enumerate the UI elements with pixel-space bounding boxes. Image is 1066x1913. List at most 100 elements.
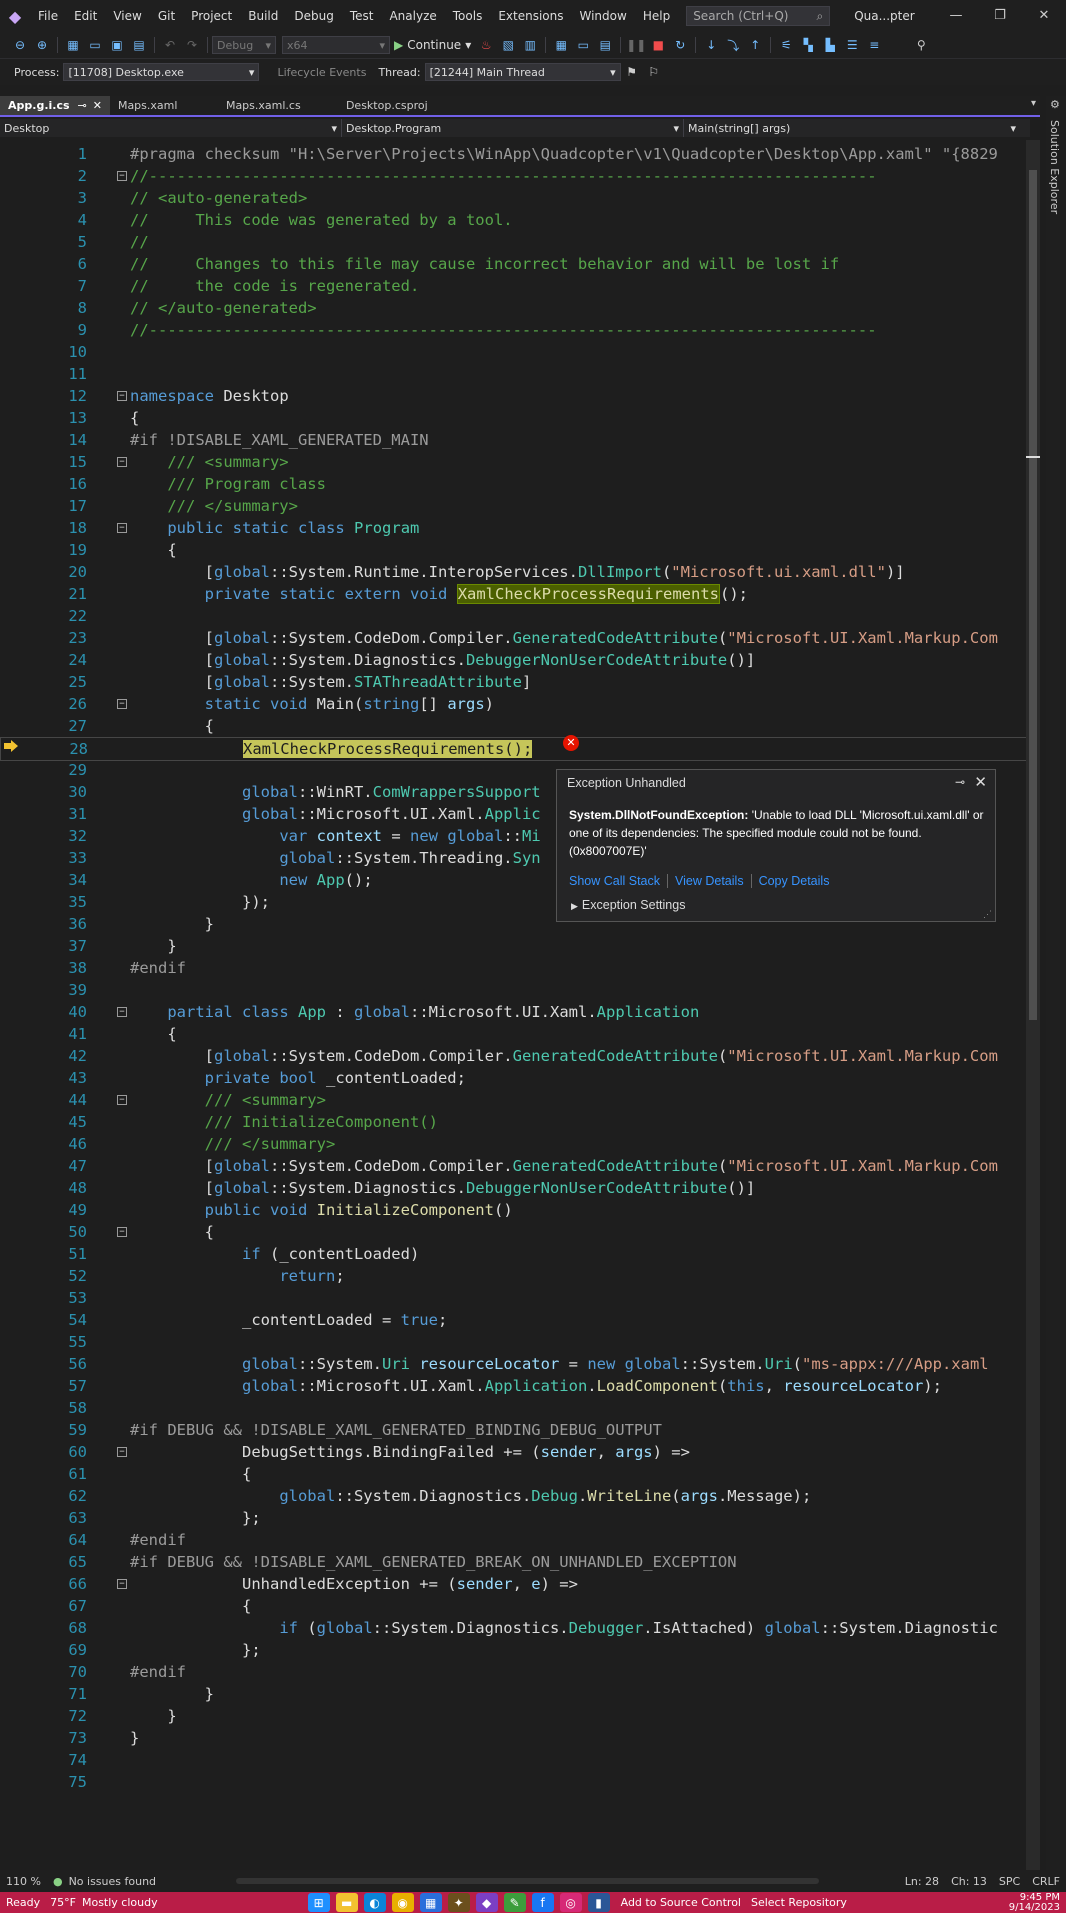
code-line[interactable]: 1 #pragma checksum "H:\Server\Projects\Wi… xyxy=(0,143,1030,165)
editor-vertical-scrollbar[interactable] xyxy=(1026,140,1040,1876)
step-over-icon[interactable]: ⤵ xyxy=(723,35,743,55)
solution-explorer-side-tab[interactable]: ⚙ Solution Explorer xyxy=(1046,96,1066,1876)
code-line[interactable]: 15 − /// <summary> xyxy=(0,451,1030,473)
code-line[interactable]: 56 global::System.Uri resourceLocator = … xyxy=(0,1353,1030,1375)
tab-app-g-i-cs[interactable]: App.g.i.cs ⊸ ✕ xyxy=(0,96,110,115)
app-icon[interactable]: ✎ xyxy=(503,1893,526,1912)
close-icon[interactable]: ✕ xyxy=(974,773,987,791)
code-line[interactable]: 24 [global::System.Diagnostics.DebuggerN… xyxy=(0,649,1030,671)
process-dropdown[interactable]: [11708] Desktop.exe ▾ xyxy=(63,63,260,81)
thread-dropdown[interactable]: [21244] Main Thread ▾ xyxy=(424,63,621,81)
menu-extensions[interactable]: Extensions xyxy=(490,0,571,32)
code-line[interactable]: 49 public void InitializeComponent() xyxy=(0,1199,1030,1221)
code-line[interactable]: 67 { xyxy=(0,1595,1030,1617)
code-line[interactable]: 8 // </auto-generated> xyxy=(0,297,1030,319)
save-icon[interactable]: ▣ xyxy=(107,35,127,55)
visual-studio-icon[interactable]: ◆ xyxy=(475,1893,498,1912)
code-line[interactable]: 20 [global::System.Runtime.InteropServic… xyxy=(0,561,1030,583)
menu-file[interactable]: File xyxy=(30,0,66,32)
type-dropdown[interactable]: Desktop.Program ▾ xyxy=(342,119,684,137)
gear-icon[interactable]: ⚙ xyxy=(1050,98,1060,111)
toolbar-icon[interactable]: ▭ xyxy=(573,35,593,55)
code-line[interactable]: 26 − static void Main(string[] args) xyxy=(0,693,1030,715)
toolbar-icon[interactable]: ▚ xyxy=(798,35,818,55)
flag-icon[interactable]: ⚑ xyxy=(622,62,642,82)
menu-edit[interactable]: Edit xyxy=(66,0,105,32)
code-line[interactable]: 44 − /// <summary> xyxy=(0,1089,1030,1111)
code-line[interactable]: 66 − UnhandledException += (sender, e) => xyxy=(0,1573,1030,1595)
code-line[interactable]: 73} xyxy=(0,1727,1030,1749)
code-line[interactable]: 42 [global::System.CodeDom.Compiler.Gene… xyxy=(0,1045,1030,1067)
menu-window[interactable]: Window xyxy=(572,0,635,32)
code-line[interactable]: 11 xyxy=(0,363,1030,385)
tab-desktop-csproj[interactable]: Desktop.csproj xyxy=(338,96,436,115)
exception-error-icon[interactable]: ✕ xyxy=(563,735,579,751)
flag-icon[interactable]: ⚐ xyxy=(644,62,664,82)
maximize-icon[interactable]: ❐ xyxy=(978,0,1022,32)
code-line[interactable]: 60 − DebugSettings.BindingFailed += (send… xyxy=(0,1441,1030,1463)
stop-icon[interactable]: ■ xyxy=(648,35,668,55)
start-windows-icon[interactable]: ⊞ xyxy=(307,1893,330,1912)
open-folder-icon[interactable]: ▭ xyxy=(85,35,105,55)
code-line[interactable]: 3 // <auto-generated> xyxy=(0,187,1030,209)
show-call-stack-link[interactable]: Show Call Stack xyxy=(569,874,669,888)
code-line[interactable]: 9 //-------------------------------------… xyxy=(0,319,1030,341)
code-line[interactable]: 6 // Changes to this file may cause incor… xyxy=(0,253,1030,275)
code-line[interactable]: 57 global::Microsoft.UI.Xaml.Application… xyxy=(0,1375,1030,1397)
code-line[interactable]: 43 private bool _contentLoaded; xyxy=(0,1067,1030,1089)
code-line[interactable]: 48 [global::System.Diagnostics.DebuggerN… xyxy=(0,1177,1030,1199)
menu-help[interactable]: Help xyxy=(635,0,678,32)
code-line[interactable]: 38 #endif xyxy=(0,957,1030,979)
code-editor[interactable]: 1 #pragma checksum "H:\Server\Projects\Wi… xyxy=(0,140,1040,1876)
step-out-icon[interactable]: ↑ xyxy=(745,35,765,55)
code-line[interactable]: 54 _contentLoaded = true; xyxy=(0,1309,1030,1331)
step-into-icon[interactable]: ↓ xyxy=(701,35,721,55)
search-input[interactable]: Search (Ctrl+Q) ⌕ xyxy=(686,6,831,26)
code-line[interactable]: 22 xyxy=(0,605,1030,627)
horizontal-scrollbar[interactable] xyxy=(236,1878,819,1884)
hot-reload-icon[interactable]: ♨ xyxy=(476,35,496,55)
menu-git[interactable]: Git xyxy=(150,0,183,32)
code-line[interactable]: 7 // the code is regenerated. xyxy=(0,275,1030,297)
code-line[interactable]: 59 #if DEBUG && !DISABLE_XAML_GENERATED_B… xyxy=(0,1419,1030,1441)
menu-build[interactable]: Build xyxy=(240,0,286,32)
code-line[interactable]: 69 }; xyxy=(0,1639,1030,1661)
code-line[interactable]: 28 XamlCheckProcessRequirements(); xyxy=(0,737,1032,761)
menu-view[interactable]: View xyxy=(105,0,149,32)
code-line[interactable]: 45 /// InitializeComponent() xyxy=(0,1111,1030,1133)
new-item-icon[interactable]: ▦ xyxy=(63,35,83,55)
code-line[interactable]: 2 −//------------------------------------… xyxy=(0,165,1030,187)
select-repository[interactable]: Select Repository xyxy=(751,1896,847,1909)
undo-icon[interactable]: ↶ xyxy=(160,35,180,55)
clock[interactable]: 9:45 PM 9/14/2023 xyxy=(1009,1892,1060,1913)
code-line[interactable]: 63 }; xyxy=(0,1507,1030,1529)
chrome-icon[interactable]: ◉ xyxy=(391,1893,414,1912)
code-line[interactable]: 65 #if DEBUG && !DISABLE_XAML_GENERATED_B… xyxy=(0,1551,1030,1573)
code-line[interactable]: 71 } xyxy=(0,1683,1030,1705)
toolbar-icon[interactable]: ⚟ xyxy=(776,35,796,55)
redo-icon[interactable]: ↷ xyxy=(182,35,202,55)
fold-toggle-icon[interactable]: − xyxy=(117,1007,127,1017)
code-line[interactable]: 47 [global::System.CodeDom.Compiler.Gene… xyxy=(0,1155,1030,1177)
add-to-source-control[interactable]: Add to Source Control xyxy=(621,1896,741,1909)
pause-icon[interactable]: ❚❚ xyxy=(626,35,646,55)
code-line[interactable]: 23 [global::System.CodeDom.Compiler.Gene… xyxy=(0,627,1030,649)
code-line[interactable]: 75 xyxy=(0,1771,1030,1793)
code-line[interactable]: 62 global::System.Diagnostics.Debug.Writ… xyxy=(0,1485,1030,1507)
menu-project[interactable]: Project xyxy=(183,0,240,32)
tab-maps-xaml-cs[interactable]: Maps.xaml.cs xyxy=(218,96,338,115)
issues-status[interactable]: No issues found xyxy=(69,1875,156,1888)
toolbar-icon[interactable]: ▦ xyxy=(551,35,571,55)
menu-analyze[interactable]: Analyze xyxy=(381,0,444,32)
tab-overflow-chevron-icon[interactable]: ▾ xyxy=(1031,98,1036,109)
code-line[interactable]: 39 xyxy=(0,979,1030,1001)
line-ending[interactable]: CRLF xyxy=(1032,1875,1060,1888)
lifecycle-events-label[interactable]: Lifecycle Events xyxy=(277,66,366,79)
toolbar-icon[interactable]: ▧ xyxy=(498,35,518,55)
code-line[interactable]: 61 { xyxy=(0,1463,1030,1485)
file-explorer-icon[interactable]: ▬ xyxy=(335,1893,358,1912)
instagram-icon[interactable]: ◎ xyxy=(559,1893,582,1912)
code-line[interactable]: 52 return; xyxy=(0,1265,1030,1287)
app-icon[interactable]: ▮ xyxy=(587,1893,610,1912)
code-line[interactable]: 18 − public static class Program xyxy=(0,517,1030,539)
